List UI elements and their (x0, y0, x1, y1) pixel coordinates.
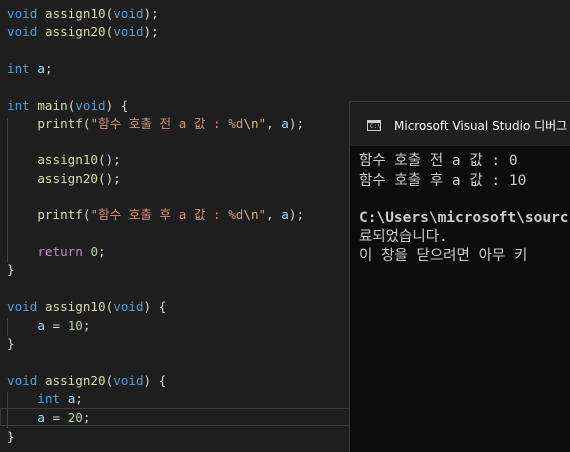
code-line-19[interactable]: } (7, 335, 15, 353)
function-name: assign20 (37, 171, 99, 186)
code-line-22[interactable]: int a; (7, 390, 83, 408)
keyword: void (113, 373, 144, 388)
code-line-18[interactable]: a = 10; (7, 317, 90, 335)
punctuation: ) { (143, 299, 167, 314)
number-literal: 10 (67, 318, 83, 333)
function-name: assign10 (44, 299, 106, 314)
punctuation: ; (75, 391, 83, 406)
function-name: assign20 (44, 24, 106, 39)
punctuation: ); (143, 24, 159, 39)
keyword: int (37, 391, 61, 406)
punctuation: ) { (143, 373, 167, 388)
punctuation: = (44, 410, 68, 425)
code-line-9[interactable]: assign10(); (7, 151, 121, 169)
variable: a (37, 61, 45, 76)
function-name: main (37, 98, 68, 113)
code-line-15[interactable]: } (7, 261, 15, 279)
keyword: void (7, 373, 38, 388)
punctuation: ) { (105, 98, 129, 113)
punctuation: , (266, 207, 282, 222)
number-literal: 20 (67, 410, 83, 425)
function-name: assign10 (44, 6, 106, 21)
code-line-6[interactable]: int main(void) { (7, 97, 128, 115)
debug-console-window[interactable]: C:\ Microsoft Visual Studio 디버그 함수 호출 전 … (349, 101, 570, 452)
keyword: int (7, 98, 30, 113)
function-name: assign20 (44, 373, 106, 388)
code-line-23[interactable]: a = 20; (7, 409, 90, 427)
punctuation: (); (98, 171, 121, 186)
code-line-14[interactable]: return 0; (7, 243, 106, 261)
keyword: void (75, 98, 106, 113)
punctuation: , (266, 116, 282, 131)
function-name: printf (37, 207, 83, 222)
escape-sequence: \n (243, 207, 259, 222)
variable: a (37, 318, 45, 333)
closing-brace: } (7, 429, 15, 444)
console-output-line: C:\Users\microsoft\sourc (359, 210, 569, 226)
keyword: void (7, 24, 38, 39)
variable: a (37, 410, 45, 425)
keyword: int (7, 61, 30, 76)
closing-brace: } (7, 336, 15, 351)
code-line-4[interactable]: int a; (7, 60, 53, 78)
code-line-12[interactable]: printf("함수 호출 후 a 값 : %d\n", a); (7, 206, 304, 224)
console-title: Microsoft Visual Studio 디버그 (394, 119, 568, 133)
code-line-10[interactable]: assign20(); (7, 170, 121, 188)
code-line-21[interactable]: void assign20(void) { (7, 372, 166, 390)
punctuation: ; (82, 410, 91, 425)
string-literal: " (258, 207, 267, 222)
escape-sequence: \n (243, 116, 259, 131)
punctuation: ; (82, 318, 91, 333)
closing-brace: } (7, 262, 15, 277)
variable: a (281, 207, 289, 222)
console-output-line: 이 창을 닫으려면 아무 키 (359, 248, 528, 264)
string-literal: "함수 호출 후 a 값 : %d (90, 207, 244, 222)
code-line-24[interactable]: } (7, 428, 15, 446)
function-name: printf (37, 116, 83, 131)
indent-guide (7, 118, 8, 262)
number-literal: 0 (90, 244, 99, 259)
punctuation: ; (44, 61, 53, 76)
console-output-line: 함수 호출 후 a 값 : 10 (359, 173, 527, 189)
string-literal: " (258, 116, 267, 131)
console-output-line: 료되었습니다. (359, 229, 448, 245)
console-output-line: 함수 호출 전 a 값 : 0 (359, 153, 518, 169)
punctuation: ); (143, 6, 159, 21)
string-literal: "함수 호출 전 a 값 : %d (90, 116, 244, 131)
return-keyword: return (37, 244, 83, 259)
punctuation: (); (98, 152, 121, 167)
keyword: void (113, 24, 144, 39)
console-titlebar[interactable]: C:\ Microsoft Visual Studio 디버그 (350, 102, 570, 146)
keyword: void (113, 6, 144, 21)
console-icon-glyph: C:\ (370, 123, 381, 130)
punctuation: ; (98, 244, 106, 259)
console-app-icon: C:\ (367, 120, 381, 131)
function-name: assign10 (37, 152, 99, 167)
code-line-7[interactable]: printf("함수 호출 전 a 값 : %d\n", a); (7, 115, 304, 133)
punctuation: ); (288, 207, 305, 222)
punctuation: ); (288, 116, 305, 131)
keyword: void (7, 6, 38, 21)
code-line-1[interactable]: void assign10(void); (7, 5, 159, 23)
keyword: void (7, 299, 38, 314)
variable: a (281, 116, 289, 131)
code-line-2[interactable]: void assign20(void); (7, 23, 159, 41)
punctuation: = (44, 318, 68, 333)
code-line-17[interactable]: void assign10(void) { (7, 298, 166, 316)
keyword: void (113, 299, 144, 314)
